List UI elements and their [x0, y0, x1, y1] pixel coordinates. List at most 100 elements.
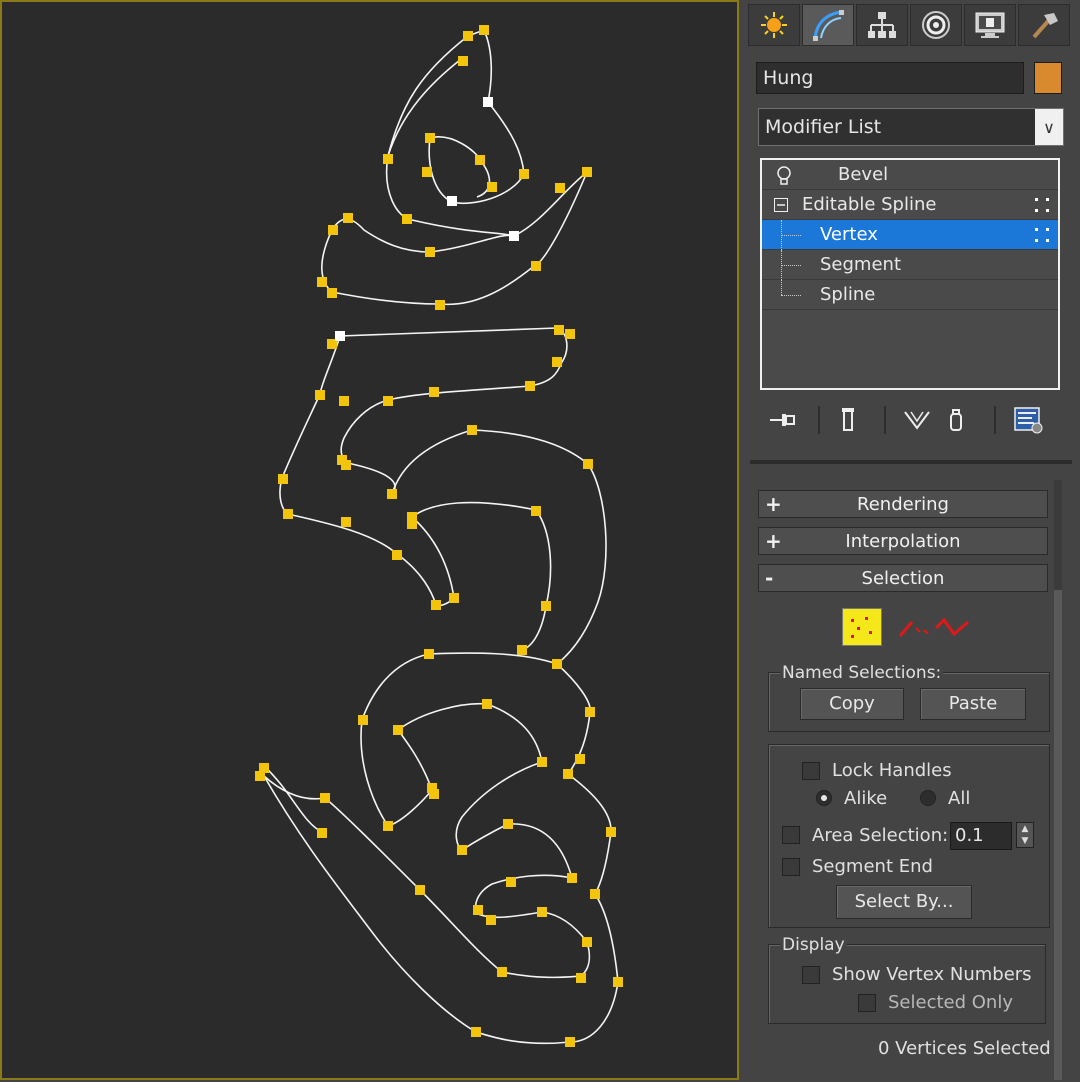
- alike-radio[interactable]: [816, 790, 832, 806]
- rollout-rendering[interactable]: + Rendering: [758, 490, 1048, 518]
- spline-vertex[interactable]: [317, 277, 327, 287]
- spline-vertex[interactable]: [537, 757, 547, 767]
- make-unique-icon[interactable]: [900, 406, 934, 434]
- spline-vertex[interactable]: [317, 828, 327, 838]
- stack-item-segment[interactable]: Segment: [762, 250, 1058, 280]
- stack-item-bevel[interactable]: Bevel: [762, 160, 1058, 190]
- spline-vertex-first[interactable]: [483, 97, 493, 107]
- spline-vertex[interactable]: [506, 877, 516, 887]
- configure-modifier-sets-icon[interactable]: [1012, 406, 1044, 434]
- spline-vertex[interactable]: [537, 907, 547, 917]
- spline-vertex[interactable]: [422, 167, 432, 177]
- object-color-swatch[interactable]: [1034, 62, 1062, 94]
- area-selection-spinner-arrows[interactable]: ▲ ▼: [1016, 822, 1034, 848]
- show-end-result-icon[interactable]: [836, 406, 860, 434]
- segment-level-icon[interactable]: [898, 614, 932, 642]
- spline-vertex[interactable]: [541, 601, 551, 611]
- spline-vertex[interactable]: [255, 771, 265, 781]
- spline-vertex[interactable]: [429, 789, 439, 799]
- create-icon[interactable]: [748, 4, 800, 46]
- spline-vertex[interactable]: [473, 905, 483, 915]
- spline-level-icon[interactable]: [934, 614, 970, 642]
- spline-vertex[interactable]: [435, 300, 445, 310]
- spline-vertex[interactable]: [565, 329, 575, 339]
- spline-vertex[interactable]: [283, 509, 293, 519]
- collapse-icon[interactable]: [774, 198, 788, 212]
- pin-stack-icon[interactable]: [768, 406, 798, 434]
- spline-vertex[interactable]: [343, 213, 353, 223]
- stack-item-spline[interactable]: Spline: [762, 280, 1058, 310]
- spline-vertex[interactable]: [555, 183, 565, 193]
- spline-vertex[interactable]: [590, 889, 600, 899]
- copy-button[interactable]: Copy: [800, 688, 904, 720]
- spline-vertex[interactable]: [582, 937, 592, 947]
- spline-vertex[interactable]: [475, 155, 485, 165]
- viewport[interactable]: [0, 0, 739, 1080]
- spline-vertex[interactable]: [425, 247, 435, 257]
- remove-modifier-icon[interactable]: [944, 406, 968, 434]
- spline-vertex[interactable]: [525, 381, 535, 391]
- spline-vertex[interactable]: [552, 357, 562, 367]
- modifier-list-dropdown[interactable]: Modifier List ∨: [758, 108, 1064, 146]
- spline-vertex[interactable]: [358, 715, 368, 725]
- spline-vertex-first[interactable]: [509, 231, 519, 241]
- spline-vertex[interactable]: [458, 56, 468, 66]
- spline-vertex[interactable]: [565, 1037, 575, 1047]
- spline-vertex[interactable]: [582, 167, 592, 177]
- spline-vertex-first[interactable]: [335, 331, 345, 341]
- spline-vertex[interactable]: [387, 489, 397, 499]
- spline-vertex[interactable]: [486, 915, 496, 925]
- spline-vertex[interactable]: [567, 873, 577, 883]
- spline-vertex[interactable]: [563, 769, 573, 779]
- spline-vertex[interactable]: [328, 225, 338, 235]
- spline-vertex[interactable]: [383, 396, 393, 406]
- modify-icon[interactable]: [802, 4, 854, 46]
- spline-vertex[interactable]: [554, 325, 564, 335]
- utilities-icon[interactable]: [1018, 4, 1070, 46]
- all-radio[interactable]: [920, 790, 936, 806]
- spline-vertex[interactable]: [487, 182, 497, 192]
- spline-vertex[interactable]: [531, 506, 541, 516]
- spline-vertex[interactable]: [424, 649, 434, 659]
- selected-only-checkbox[interactable]: [858, 994, 876, 1012]
- spline-vertex[interactable]: [341, 517, 351, 527]
- spline-vertex[interactable]: [585, 707, 595, 717]
- spline-shape[interactable]: [2, 2, 741, 1082]
- motion-icon[interactable]: [910, 4, 962, 46]
- spline-vertex[interactable]: [415, 885, 425, 895]
- spline-vertex[interactable]: [471, 1027, 481, 1037]
- spline-vertex[interactable]: [402, 214, 412, 224]
- chevron-down-icon[interactable]: ∨: [1035, 109, 1063, 145]
- area-selection-checkbox[interactable]: [782, 826, 800, 844]
- vertex-level-icon[interactable]: [842, 608, 882, 646]
- spline-vertex[interactable]: [383, 154, 393, 164]
- paste-button[interactable]: Paste: [920, 688, 1026, 720]
- object-name-field[interactable]: Hung: [756, 62, 1024, 94]
- show-vertex-numbers-checkbox[interactable]: [802, 966, 820, 984]
- spline-vertex[interactable]: [503, 819, 513, 829]
- spline-vertex[interactable]: [463, 31, 473, 41]
- hierarchy-icon[interactable]: [856, 4, 908, 46]
- spline-vertex[interactable]: [552, 659, 562, 669]
- spline-vertex[interactable]: [327, 288, 337, 298]
- spline-vertex[interactable]: [431, 600, 441, 610]
- segment-end-checkbox[interactable]: [782, 858, 800, 876]
- spline-vertex[interactable]: [392, 550, 402, 560]
- spline-vertex[interactable]: [467, 425, 477, 435]
- spline-vertex[interactable]: [517, 645, 527, 655]
- spline-vertex[interactable]: [429, 387, 439, 397]
- spline-vertex-first[interactable]: [447, 196, 457, 206]
- spline-vertex[interactable]: [407, 519, 417, 529]
- area-selection-spinner-field[interactable]: 0.1: [950, 822, 1012, 850]
- stack-item-vertex[interactable]: Vertex: [762, 220, 1058, 250]
- select-by-button[interactable]: Select By...: [836, 885, 972, 919]
- stack-item-editable-spline[interactable]: Editable Spline: [762, 190, 1058, 220]
- rollout-interpolation[interactable]: + Interpolation: [758, 527, 1048, 555]
- spline-vertex[interactable]: [320, 793, 330, 803]
- spline-vertex[interactable]: [339, 396, 349, 406]
- spline-vertex[interactable]: [393, 725, 403, 735]
- spline-vertex[interactable]: [278, 474, 288, 484]
- spline-vertex[interactable]: [315, 390, 325, 400]
- spline-vertex[interactable]: [482, 699, 492, 709]
- spline-vertex[interactable]: [606, 827, 616, 837]
